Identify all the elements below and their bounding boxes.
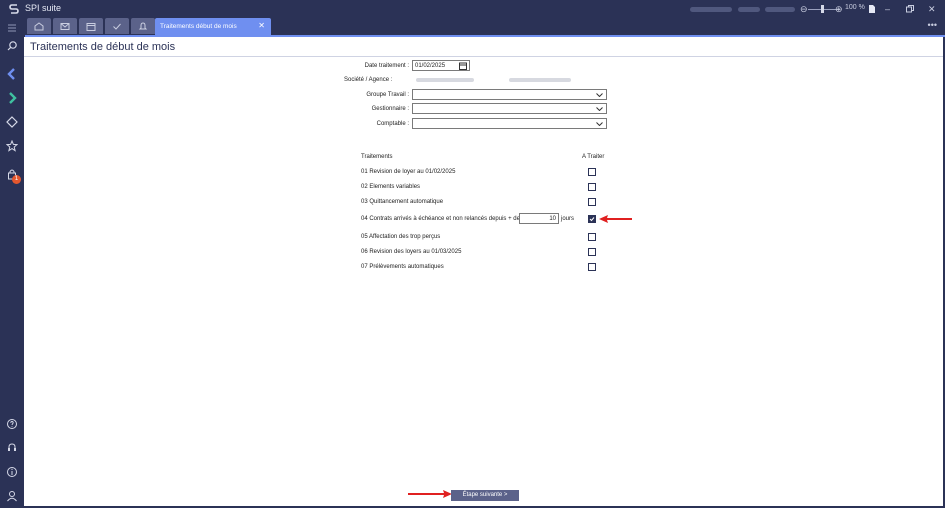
traitement-checkbox-05[interactable] <box>588 233 596 241</box>
mail-icon <box>60 23 70 30</box>
comptable-label: Comptable : <box>376 121 409 127</box>
sidebar: 1 <box>0 18 24 508</box>
user-icon[interactable] <box>6 490 18 502</box>
hamburger-menu-icon[interactable] <box>6 22 18 34</box>
check-icon <box>113 23 121 30</box>
more-icon[interactable]: ••• <box>928 20 937 30</box>
traitement-checkbox-06[interactable] <box>588 248 596 256</box>
title-divider <box>24 56 943 57</box>
traitement-checkbox-02[interactable] <box>588 183 596 191</box>
nav-back-icon[interactable] <box>6 68 18 80</box>
chevron-down-icon <box>596 122 603 126</box>
groupe-label: Groupe Travail : <box>366 92 409 98</box>
tab-home[interactable] <box>27 18 51 34</box>
traitement-row-label: 02 Elements variables <box>361 184 421 190</box>
groupe-select[interactable] <box>412 89 607 100</box>
tab-calendar[interactable] <box>79 18 103 34</box>
tab-tasks[interactable] <box>105 18 129 34</box>
nav-forward-icon[interactable] <box>6 92 18 104</box>
tab-traitements-label: Traitements début de mois <box>160 23 237 30</box>
app-title: SPI suite <box>25 3 62 13</box>
a-traiter-header: A Traiter <box>582 154 605 160</box>
date-value: 01/02/2025 <box>415 63 446 69</box>
support-icon[interactable] <box>6 442 18 454</box>
chevron-down-icon <box>596 107 603 111</box>
chevron-down-icon <box>596 93 603 97</box>
traitement-row-label: 05 Affectation des trop perçus <box>361 234 441 240</box>
minimize-icon[interactable]: – <box>885 3 890 15</box>
traitement-row-label: 07 Prélèvements automatiques <box>361 264 444 270</box>
next-step-button[interactable]: Étape suivante > <box>451 490 519 501</box>
societe-label: Société / Agence : <box>344 77 393 83</box>
blurred-societe <box>416 78 474 82</box>
bell-icon <box>138 22 148 30</box>
calendar-icon <box>86 23 96 31</box>
close-window-icon[interactable]: ✕ <box>928 3 936 15</box>
blurred-agence <box>509 78 571 82</box>
title-bar: SPI suite ⊖ ⊕ 100 % – ✕ <box>0 0 945 18</box>
notification-badge: 1 <box>12 175 21 184</box>
days-input[interactable]: 10 <box>519 213 559 224</box>
blurred-user-info <box>765 7 795 12</box>
tab-bar: Traitements début de mois ✕ ••• <box>25 18 945 35</box>
app-logo-icon <box>9 4 19 14</box>
traitement-row-label: 03 Quittancement automatique <box>361 199 444 205</box>
traitement-row-label: 01 Revision de loyer au 01/02/2025 <box>361 169 456 175</box>
annotation-arrow-icon <box>408 490 452 498</box>
zoom-slider-handle[interactable] <box>821 5 824 13</box>
traitement-checkbox-01[interactable] <box>588 168 596 176</box>
traitements-header: Traitements <box>361 154 393 160</box>
traitement-row-label: 04 Contrats arrivés à échéance et non re… <box>361 216 520 222</box>
document-icon[interactable] <box>868 4 876 14</box>
zoom-in-icon[interactable]: ⊕ <box>835 3 843 15</box>
traitement-checkbox-03[interactable] <box>588 198 596 206</box>
star-icon[interactable] <box>6 140 18 152</box>
page-title: Traitements de début de mois <box>30 41 176 53</box>
comptable-select[interactable] <box>412 118 607 129</box>
home-icon <box>34 22 44 31</box>
help-icon[interactable] <box>6 418 18 430</box>
traitement-checkbox-04[interactable] <box>588 215 596 223</box>
tab-mail[interactable] <box>53 18 77 34</box>
date-label: Date traitement : <box>364 63 409 69</box>
zoom-level: 100 % <box>845 4 865 11</box>
tab-notifications[interactable] <box>131 18 155 34</box>
restore-icon[interactable] <box>906 5 914 13</box>
zoom-out-icon[interactable]: ⊖ <box>800 3 808 15</box>
annotation-arrow-icon <box>599 215 632 223</box>
search-icon[interactable] <box>6 40 18 52</box>
traitement-checkbox-07[interactable] <box>588 263 596 271</box>
date-input[interactable]: 01/02/2025 <box>412 60 470 71</box>
tab-close-icon[interactable]: ✕ <box>258 21 265 30</box>
blurred-user-info <box>690 7 732 12</box>
tab-traitements[interactable]: Traitements début de mois ✕ <box>155 18 271 35</box>
nav-diamond-icon[interactable] <box>6 116 18 128</box>
checkmark-icon <box>589 217 595 222</box>
traitement-row-label: 06 Revision des loyers au 01/03/2025 <box>361 249 462 255</box>
gestionnaire-select[interactable] <box>412 103 607 114</box>
blurred-user-info <box>738 7 760 12</box>
info-icon[interactable] <box>6 466 18 478</box>
gestionnaire-label: Gestionnaire : <box>371 106 409 112</box>
calendar-picker-icon[interactable] <box>459 62 467 70</box>
main-panel: Traitements de début de mois Date traite… <box>24 37 943 506</box>
days-unit: jours <box>561 216 575 222</box>
